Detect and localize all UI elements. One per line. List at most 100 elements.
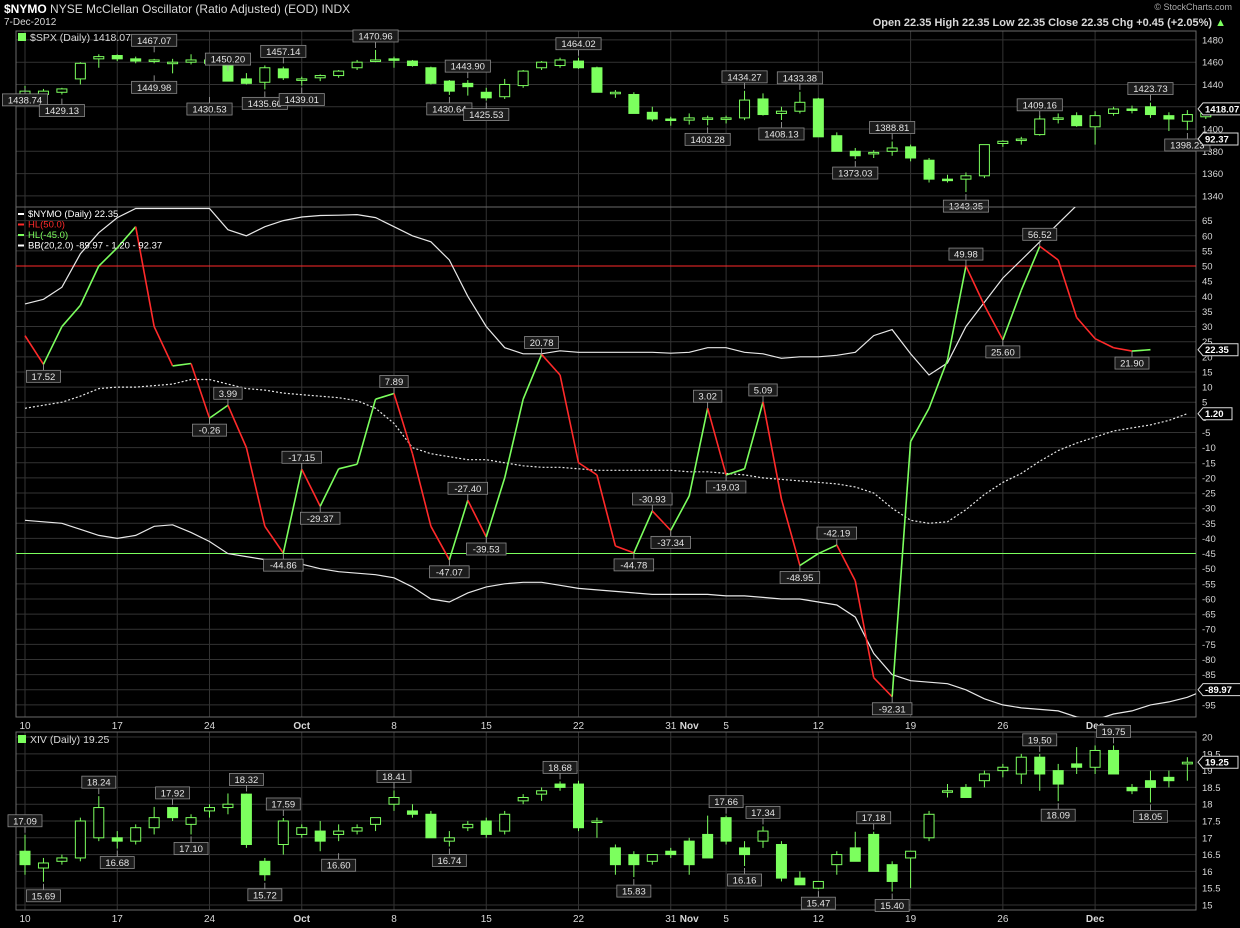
nymo-segment-up bbox=[172, 362, 192, 367]
nymo-segment-up bbox=[522, 354, 543, 400]
data-label: 1470.96 bbox=[358, 31, 392, 42]
candle-down bbox=[480, 820, 492, 835]
data-label: 5.09 bbox=[754, 385, 773, 396]
candle-down bbox=[314, 830, 326, 842]
candle-down bbox=[240, 793, 252, 846]
candle-up bbox=[93, 56, 105, 60]
data-label: 1457.14 bbox=[266, 47, 300, 58]
panel-frame bbox=[15, 30, 1197, 208]
nymo-segment-down bbox=[1057, 259, 1078, 318]
candle-up bbox=[702, 117, 714, 120]
candle-up bbox=[351, 61, 363, 69]
data-label: -92.31 bbox=[879, 704, 906, 715]
nymo-segment-up bbox=[503, 399, 524, 479]
legend-swatch bbox=[18, 213, 24, 215]
nymo-segment-up bbox=[42, 326, 63, 365]
candle-down bbox=[812, 98, 824, 138]
y-tick-label: 5 bbox=[1202, 398, 1207, 409]
nymo-segment-down bbox=[1094, 337, 1114, 349]
x-tick-label: 5 bbox=[723, 721, 729, 732]
y-tick-label: 1440 bbox=[1202, 80, 1223, 91]
candle-up bbox=[1181, 761, 1193, 765]
candle-up bbox=[591, 820, 603, 823]
candle-down bbox=[1034, 756, 1046, 775]
candle-down bbox=[554, 783, 566, 788]
candle-down bbox=[646, 111, 658, 120]
data-label: 18.32 bbox=[235, 775, 259, 786]
candle-up bbox=[757, 830, 769, 842]
candle-up bbox=[978, 773, 990, 782]
candle-down bbox=[609, 847, 621, 866]
candle-down bbox=[702, 833, 714, 859]
candle-down bbox=[130, 58, 142, 62]
data-label: -19.03 bbox=[713, 482, 740, 493]
candle-down bbox=[167, 807, 179, 819]
nymo-segment-up bbox=[209, 404, 229, 419]
candle-down bbox=[960, 786, 972, 798]
data-label: 16.60 bbox=[327, 861, 351, 872]
candle-up bbox=[56, 857, 68, 862]
x-tick-label: 22 bbox=[573, 914, 585, 925]
legend-swatch bbox=[18, 244, 24, 247]
y-tick-label: -75 bbox=[1202, 640, 1216, 651]
data-label: 1409.16 bbox=[1023, 100, 1057, 111]
data-label: 16.68 bbox=[105, 858, 129, 869]
nymo-segment-up bbox=[1002, 289, 1023, 341]
data-label: 17.52 bbox=[32, 372, 56, 383]
data-label: 3.99 bbox=[219, 389, 238, 400]
candle-up bbox=[517, 70, 529, 87]
x-tick-label: 24 bbox=[204, 721, 216, 732]
candle-up bbox=[942, 790, 953, 793]
y-tick-label: -55 bbox=[1202, 579, 1216, 590]
data-label: 18.41 bbox=[382, 772, 406, 783]
data-label: 20.78 bbox=[530, 338, 554, 349]
candle-up bbox=[351, 827, 363, 832]
candle-down bbox=[573, 783, 584, 829]
data-label: -39.53 bbox=[473, 545, 500, 556]
data-label: 18.09 bbox=[1046, 811, 1070, 822]
nymo-segment-up bbox=[670, 495, 690, 531]
candle-down bbox=[868, 833, 880, 872]
candle-up bbox=[868, 151, 880, 155]
data-label: 16.16 bbox=[733, 876, 757, 887]
candle-up bbox=[997, 766, 1009, 772]
nymo-segment-down bbox=[965, 265, 986, 306]
legend-swatch bbox=[18, 223, 24, 226]
candle-up bbox=[204, 807, 215, 812]
candle-down bbox=[480, 91, 492, 99]
bb-mid-value: 1.20 bbox=[1205, 409, 1224, 420]
x-tick-label: 31 bbox=[665, 914, 677, 925]
y-tick-label: 15 bbox=[1202, 900, 1213, 911]
candle-down bbox=[720, 817, 732, 842]
nymo-segment-up bbox=[1131, 348, 1151, 352]
nymo-segment-down bbox=[762, 401, 783, 500]
candle-down bbox=[1052, 770, 1064, 785]
bb-mid-line bbox=[24, 378, 1188, 524]
candle-down bbox=[923, 159, 935, 180]
candle-up bbox=[333, 70, 345, 77]
data-label: 56.52 bbox=[1028, 230, 1052, 241]
legend-entry: $NYMO (Daily) 22.35 bbox=[28, 209, 118, 220]
y-tick-label: -95 bbox=[1202, 700, 1216, 711]
candle-up bbox=[1108, 108, 1120, 114]
data-label: 1403.28 bbox=[690, 135, 724, 146]
nymo-segment-down bbox=[430, 525, 451, 561]
candle-up bbox=[646, 854, 658, 862]
x-tick-label: Oct bbox=[293, 914, 310, 925]
data-label: 17.92 bbox=[161, 788, 185, 799]
data-label: 1429.13 bbox=[45, 106, 79, 117]
candle-down bbox=[831, 135, 843, 152]
data-label: 49.98 bbox=[954, 250, 978, 261]
nymo-segment-up bbox=[338, 463, 358, 470]
candle-down bbox=[794, 877, 806, 886]
candle-down bbox=[942, 178, 953, 182]
nymo-segment-down bbox=[1039, 245, 1059, 261]
y-tick-label: 17 bbox=[1202, 833, 1213, 844]
data-label: 1434.27 bbox=[727, 72, 761, 83]
candle-down bbox=[19, 850, 31, 866]
candle-down bbox=[1071, 763, 1083, 768]
candle-up bbox=[462, 823, 474, 829]
candle-down bbox=[1126, 108, 1138, 111]
candle-up bbox=[333, 830, 345, 835]
candle-up bbox=[443, 837, 455, 842]
